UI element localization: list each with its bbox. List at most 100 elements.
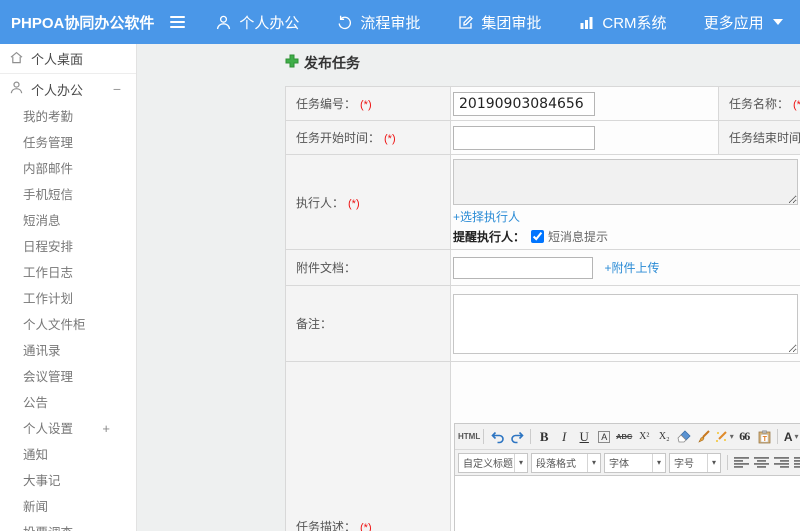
topbar: PHPOA协同办公软件 个人办公 流程审批 集团审批 CRM系统 更多应用 xyxy=(0,0,800,44)
bold-button[interactable]: B xyxy=(534,427,554,447)
sidebar-group-label: 个人办公 xyxy=(31,82,84,98)
auto-typeset-button[interactable]: ▾ xyxy=(714,427,734,447)
sidebar-item-memorabilia[interactable]: 大事记 xyxy=(0,468,136,494)
superscript-button[interactable]: X² xyxy=(634,427,654,447)
sidebar-item-vote[interactable]: 投票调查 xyxy=(0,520,136,531)
font-size-select[interactable]: 字号 ▾ xyxy=(669,452,721,473)
main-content: 发布任务 任务编号：(*) 任务名称：(*) xyxy=(137,44,800,531)
font-color-button[interactable]: A ▾ xyxy=(781,427,800,447)
sidebar-item-work-log[interactable]: 工作日志 xyxy=(0,260,136,286)
executor-textarea[interactable] xyxy=(453,159,798,205)
sidebar-item-notice[interactable]: 通知 xyxy=(0,442,136,468)
font-family-select[interactable]: 字体 ▾ xyxy=(604,452,666,473)
redo-button[interactable] xyxy=(507,427,527,447)
undo-button[interactable] xyxy=(487,427,507,447)
html-source-button[interactable]: HTML xyxy=(458,427,480,447)
sidebar-item-file-cabinet[interactable]: 个人文件柜 xyxy=(0,312,136,338)
sidebar-item-announcement[interactable]: 公告 xyxy=(0,390,136,416)
start-time-input[interactable] xyxy=(453,125,595,150)
sidebar-item-personal-settings[interactable]: 个人设置 + xyxy=(0,416,136,442)
caret-down-icon: ▾ xyxy=(707,453,720,472)
task-name-label-cell: 任务名称：(*) xyxy=(718,86,800,121)
nav-group-approval[interactable]: 集团审批 xyxy=(457,12,541,33)
subscript-button[interactable]: X₂ xyxy=(654,427,674,447)
paste-word-icon: T xyxy=(758,430,771,443)
sidebar-item-schedule[interactable]: 日程安排 xyxy=(0,234,136,260)
attachment-input[interactable] xyxy=(453,256,593,279)
end-time-label-cell: 任务结束时间：(*) xyxy=(718,120,800,155)
strikethrough-button[interactable]: ABC xyxy=(614,427,634,447)
caret-down-icon xyxy=(772,19,783,25)
start-time-label-cell: 任务开始时间： (*) xyxy=(285,120,451,155)
eraser-button[interactable] xyxy=(674,427,694,447)
brush-icon xyxy=(698,430,710,443)
home-icon xyxy=(9,50,24,68)
sidebar-item-desktop[interactable]: 个人桌面 xyxy=(0,44,136,74)
align-right-button[interactable] xyxy=(771,453,791,473)
svg-text:T: T xyxy=(762,436,767,443)
form-row-task-number: 任务编号：(*) 任务名称：(*) xyxy=(285,86,800,121)
align-center-button[interactable] xyxy=(751,453,771,473)
rich-text-editor: HTML B I U A ABC X² X₂ ▾ 66 T A ▾ 自定义标题 … xyxy=(454,423,800,531)
editor-content[interactable] xyxy=(455,476,800,531)
bar-chart-icon xyxy=(578,14,595,31)
sms-remind-checkbox[interactable] xyxy=(531,230,545,243)
nav-crm[interactable]: CRM系统 xyxy=(578,12,667,33)
description-label-cell: 任务描述： (*) xyxy=(285,361,451,531)
nav-label: 更多应用 xyxy=(703,14,764,32)
wand-icon xyxy=(715,431,727,442)
sidebar-item-short-message[interactable]: 短消息 xyxy=(0,208,136,234)
caret-down-icon: ▾ xyxy=(514,453,527,472)
required-mark: (*) xyxy=(360,522,372,531)
align-justify-button[interactable] xyxy=(791,453,800,473)
nav-label: 集团审批 xyxy=(481,14,542,32)
sidebar-item-attendance[interactable]: 我的考勤 xyxy=(0,104,136,130)
sidebar-item-sms[interactable]: 手机短信 xyxy=(0,182,136,208)
task-number-label-cell: 任务编号： (*) xyxy=(285,86,451,121)
edit-square-icon xyxy=(457,14,474,31)
form-row-description: 任务描述： (*) HTML B I U A ABC X² X₂ ▾ 66 T … xyxy=(285,361,800,531)
app-title: PHPOA协同办公软件 xyxy=(11,14,155,32)
hamburger-icon[interactable] xyxy=(170,16,186,28)
char-border-button[interactable]: A xyxy=(594,427,614,447)
sidebar-item-meeting[interactable]: 会议管理 xyxy=(0,364,136,390)
custom-title-select[interactable]: 自定义标题 ▾ xyxy=(458,452,528,473)
sidebar-item-work-plan[interactable]: 工作计划 xyxy=(0,286,136,312)
format-brush-button[interactable] xyxy=(694,427,714,447)
underline-button[interactable]: U xyxy=(574,427,594,447)
blockquote-button[interactable]: 66 xyxy=(734,427,754,447)
nav-more-apps[interactable]: 更多应用 xyxy=(704,12,783,33)
sidebar-item-internal-mail[interactable]: 内部邮件 xyxy=(0,156,136,182)
remark-label-cell: 备注： xyxy=(285,285,451,362)
editor-toolbar-row2: 自定义标题 ▾ 段落格式 ▾ 字体 ▾ 字号 ▾ xyxy=(455,450,800,476)
form-row-executor: 执行人： (*) +选择执行人 提醒执行人： 短消息提示 xyxy=(285,154,800,250)
align-left-button[interactable] xyxy=(731,453,751,473)
task-number-input[interactable] xyxy=(453,91,595,116)
redo-icon xyxy=(510,431,524,443)
choose-executor-link[interactable]: +选择执行人 xyxy=(453,210,520,224)
remind-executor-label: 提醒执行人： xyxy=(453,230,526,244)
paste-from-word-button[interactable]: T xyxy=(754,427,774,447)
nav-flow-approval[interactable]: 流程审批 xyxy=(336,12,420,33)
sidebar-item-contacts[interactable]: 通讯录 xyxy=(0,338,136,364)
expand-icon[interactable]: + xyxy=(102,416,110,442)
sms-remind-label: 短消息提示 xyxy=(548,230,609,244)
page-title-row: 发布任务 xyxy=(285,53,800,73)
user-icon xyxy=(215,14,232,31)
paragraph-format-select[interactable]: 段落格式 ▾ xyxy=(531,452,601,473)
nav-personal-office[interactable]: 个人办公 xyxy=(215,12,299,33)
executor-field-cell: +选择执行人 提醒执行人： 短消息提示 xyxy=(450,154,800,250)
collapse-icon[interactable]: − xyxy=(113,81,121,97)
sidebar-group-personal-office[interactable]: 个人办公 − xyxy=(0,74,136,104)
sidebar-item-task-management[interactable]: 任务管理 xyxy=(0,130,136,156)
sidebar-item-news[interactable]: 新闻 xyxy=(0,494,136,520)
executor-label-cell: 执行人： (*) xyxy=(285,154,451,250)
remark-field-cell xyxy=(450,285,800,362)
plus-icon xyxy=(285,54,299,73)
remark-textarea[interactable] xyxy=(453,293,798,354)
italic-button[interactable]: I xyxy=(554,427,574,447)
align-right-icon xyxy=(773,457,789,468)
attachment-upload-link[interactable]: +附件上传 xyxy=(604,261,659,275)
align-justify-icon xyxy=(793,457,800,468)
align-left-icon xyxy=(733,457,749,468)
